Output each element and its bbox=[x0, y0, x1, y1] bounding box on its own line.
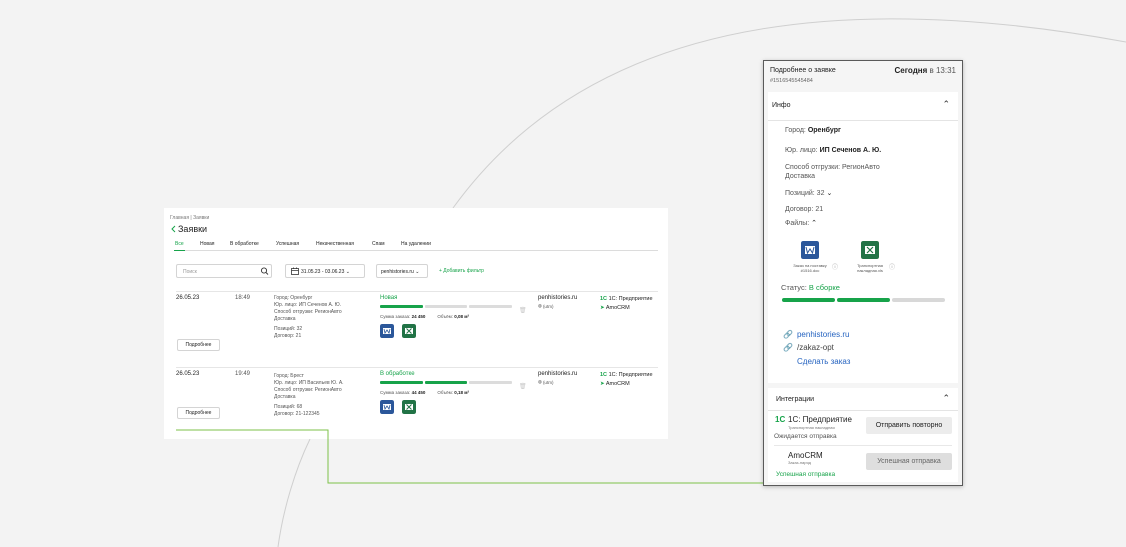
info-header[interactable]: Инфо bbox=[772, 102, 791, 109]
panel-files-toggle[interactable]: Файлы: ⌃ bbox=[785, 219, 817, 228]
panel-contract: Договор: 21 bbox=[785, 206, 824, 213]
divider bbox=[768, 120, 958, 121]
word-file-icon bbox=[801, 241, 819, 259]
integrations-section: Интеграции ⌃ 1С 1С: Предприятие Транспор… bbox=[768, 388, 958, 482]
divider bbox=[768, 410, 958, 411]
integrations-header[interactable]: Интеграции bbox=[776, 396, 814, 403]
link-icon: 🔗 bbox=[783, 343, 793, 352]
file-name-2: накладная.xls bbox=[857, 268, 883, 273]
integration-sub: Транспортная накладная bbox=[788, 425, 835, 430]
integration-sub: Заказ-наряд bbox=[788, 460, 811, 465]
status-label: Статус: bbox=[781, 283, 809, 292]
chevron-down-icon: ⌄ bbox=[826, 190, 833, 197]
city-label: Город: bbox=[785, 127, 808, 134]
divider bbox=[774, 445, 952, 446]
panel-entity: Юр. лицо: ИП Сеченов А. Ю. bbox=[785, 146, 881, 155]
panel-shipping: Способ отгрузки: РегионАвто Доставка bbox=[785, 163, 880, 181]
entity-value: ИП Сеченов А. Ю. bbox=[819, 147, 882, 154]
integration-message: Успешная отправка bbox=[776, 471, 836, 478]
panel-date-day: Сегодня bbox=[894, 66, 928, 75]
positions-value: Позиций: 32 bbox=[785, 190, 825, 197]
link-icon: 🔗 bbox=[783, 330, 793, 339]
info-icon[interactable]: ⓘ bbox=[889, 262, 895, 271]
make-order-link[interactable]: Сделать заказ bbox=[797, 357, 850, 366]
shipping-line-2: Доставка bbox=[785, 173, 816, 180]
panel-positions[interactable]: Позиций: 32 ⌄ bbox=[785, 189, 832, 198]
info-section: Инфо ⌃ Город: Оренбург Юр. лицо: ИП Сече… bbox=[768, 92, 958, 383]
domain-link[interactable]: 🔗 penhistories.ru bbox=[783, 330, 849, 339]
panel-title: Подробнее о заявке bbox=[770, 67, 836, 74]
file-item[interactable]: Транспортная накладная.xls bbox=[845, 241, 895, 273]
shipping-line-1: Способ отгрузки: РегионАвто bbox=[785, 164, 880, 171]
files-label: Файлы: bbox=[785, 220, 810, 227]
chevron-up-icon[interactable]: ⌃ bbox=[942, 393, 950, 404]
file-item[interactable]: Заказ на поставку #1516.doc bbox=[785, 241, 835, 273]
entity-label: Юр. лицо: bbox=[785, 147, 820, 154]
status-progress-bar bbox=[782, 298, 945, 302]
city-value: Оренбург bbox=[807, 127, 841, 134]
excel-file-icon bbox=[861, 241, 879, 259]
panel-date-time: в 13:31 bbox=[927, 66, 957, 75]
path-link-text: /zakaz-opt bbox=[796, 343, 834, 352]
chevron-up-icon[interactable]: ⌃ bbox=[942, 99, 950, 110]
integration-name: 1С: Предприятие bbox=[788, 415, 852, 424]
chevron-up-icon: ⌃ bbox=[811, 220, 818, 227]
info-icon[interactable]: ⓘ bbox=[832, 262, 838, 271]
panel-status: Статус: В сборке bbox=[781, 283, 840, 292]
panel-city: Город: Оренбург bbox=[785, 126, 841, 135]
integration-message: Ожидается отправка bbox=[774, 433, 837, 440]
one-c-logo-icon: 1С bbox=[775, 415, 786, 424]
order-detail-panel: Подробнее о заявке #1516545545484 Сегодн… bbox=[763, 60, 963, 486]
success-status-button[interactable]: Успешная отправка bbox=[866, 453, 952, 470]
path-link[interactable]: 🔗 /zakaz-opt bbox=[783, 343, 834, 352]
domain-link-text: penhistories.ru bbox=[796, 330, 850, 339]
panel-date: Сегодня в 13:31 bbox=[894, 66, 956, 75]
file-name-2: #1516.doc bbox=[800, 268, 820, 273]
panel-order-id: #1516545545484 bbox=[770, 78, 813, 84]
integration-name: AmoCRM bbox=[788, 451, 823, 460]
status-value: В сборке bbox=[808, 283, 840, 292]
resend-button[interactable]: Отправить повторно bbox=[866, 417, 952, 434]
